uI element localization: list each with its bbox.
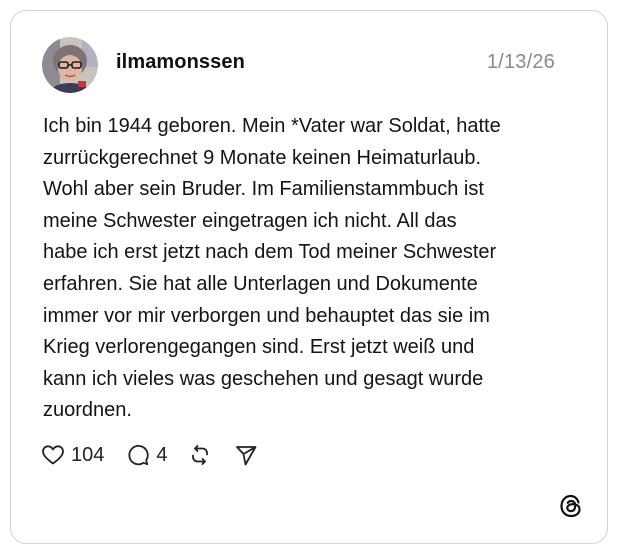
threads-logo-icon bbox=[558, 493, 584, 519]
reply-button[interactable]: 4 bbox=[126, 443, 168, 467]
share-button[interactable] bbox=[234, 443, 258, 467]
like-button[interactable]: 104 bbox=[41, 443, 104, 467]
reply-count: 4 bbox=[156, 443, 168, 466]
avatar-image bbox=[42, 37, 98, 93]
comment-icon bbox=[128, 445, 149, 466]
repost-icon bbox=[191, 445, 208, 465]
heart-icon bbox=[42, 445, 64, 465]
send-icon bbox=[235, 446, 256, 466]
post-date: 1/13/26 bbox=[486, 51, 555, 73]
repost-button[interactable] bbox=[188, 443, 212, 467]
avatar[interactable] bbox=[42, 37, 98, 93]
post-text: Ich bin 1944 geboren. Mein *Vater war So… bbox=[43, 115, 501, 422]
like-count: 104 bbox=[71, 443, 105, 466]
action-bar: 104 4 bbox=[41, 441, 258, 469]
post-card: ilmamonssen 1/13/26 Ich bin 1944 geboren… bbox=[10, 10, 608, 544]
username[interactable]: ilmamonssen bbox=[116, 51, 245, 74]
